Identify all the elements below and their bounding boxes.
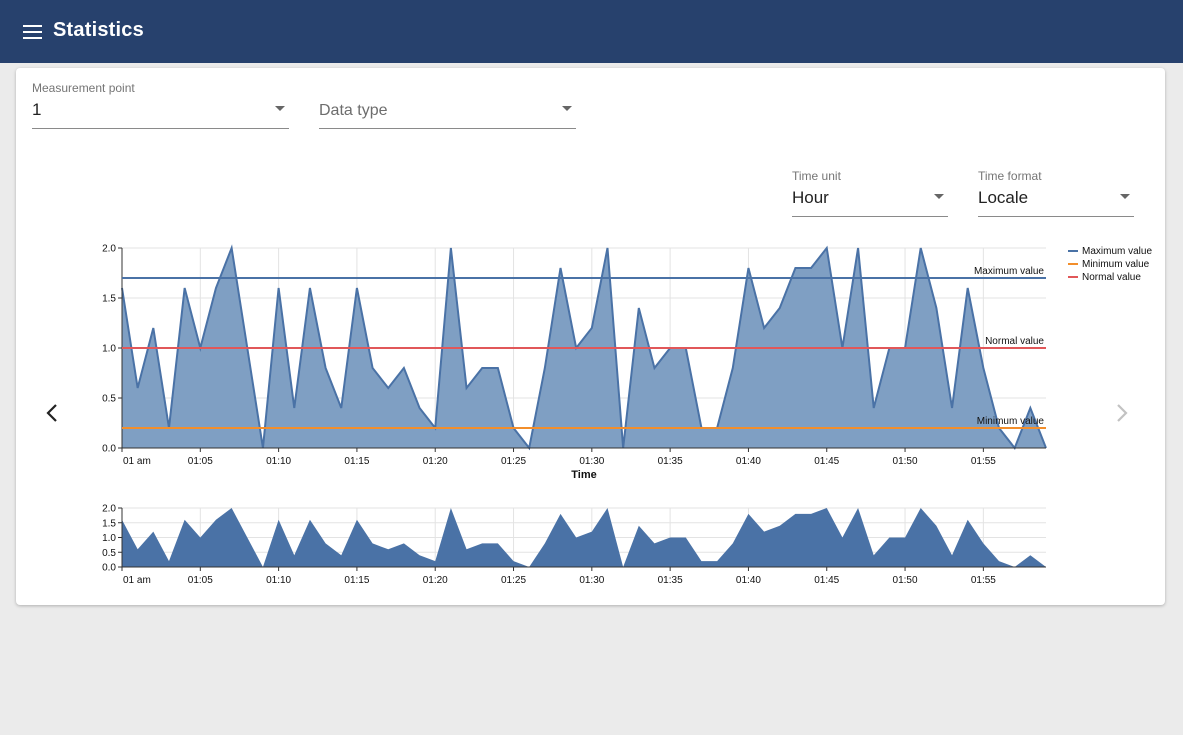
x-tick-label: 01:20 xyxy=(423,456,448,467)
legend-item: Maximum value xyxy=(1082,246,1152,257)
chevron-left-icon[interactable] xyxy=(42,398,62,428)
y-tick-label: 1.0 xyxy=(102,533,116,544)
measurement-point-select[interactable]: Measurement point 1 xyxy=(32,81,289,129)
x-tick-label: 01:45 xyxy=(814,575,839,586)
legend-item: Minimum value xyxy=(1082,259,1150,270)
reference-line-label: Minimum value xyxy=(977,416,1045,427)
app-bar: Statistics xyxy=(0,0,1183,63)
reference-line-label: Maximum value xyxy=(974,266,1044,277)
x-tick-label: 01:30 xyxy=(579,456,604,467)
y-tick-label: 0.5 xyxy=(102,548,116,559)
time-format-value: Locale xyxy=(978,188,1029,207)
y-tick-label: 2.0 xyxy=(102,504,116,515)
x-tick-label: 01:05 xyxy=(188,456,213,467)
reference-line-label: Normal value xyxy=(985,336,1044,347)
context-chart[interactable]: 01 am 01:05 01:10 01:15 01:20 01:25 01:30 01:35… xyxy=(90,500,1060,595)
x-tick-label: 01:10 xyxy=(266,456,291,467)
x-axis-title: Time xyxy=(571,469,596,481)
x-tick-label: 01:25 xyxy=(501,456,526,467)
time-unit-value: Hour xyxy=(792,188,829,207)
chevron-down-icon xyxy=(934,194,944,199)
y-tick-label: 0.0 xyxy=(102,563,116,574)
menu-icon[interactable] xyxy=(23,24,43,40)
chevron-down-icon xyxy=(562,106,572,111)
x-tick-label: 01:35 xyxy=(658,456,683,467)
data-type-select[interactable]: Data type xyxy=(319,88,576,129)
y-tick-label: 1.5 xyxy=(102,294,116,305)
y-tick-label: 2.0 xyxy=(102,244,116,255)
y-tick-label: 0.0 xyxy=(102,444,116,455)
x-tick-label: 01:55 xyxy=(971,456,996,467)
y-tick-label: 1.5 xyxy=(102,518,116,529)
x-tick-label: 01:55 xyxy=(971,575,996,586)
main-chart: 01 am 01:05 01:10 01:15 01:20 01:25 01:30 01:35… xyxy=(102,244,1152,482)
x-tick-label: 01:05 xyxy=(188,575,213,586)
legend-item: Normal value xyxy=(1082,272,1141,283)
x-tick-label: 01:40 xyxy=(736,456,761,467)
x-tick-label: 01:30 xyxy=(579,575,604,586)
x-tick-label: 01 am xyxy=(123,456,151,467)
x-tick-label: 01:40 xyxy=(736,575,761,586)
x-tick-label: 01:20 xyxy=(423,575,448,586)
y-tick-label: 1.0 xyxy=(102,344,116,355)
time-format-select[interactable]: Time format Locale xyxy=(978,169,1134,217)
time-unit-label: Time unit xyxy=(792,169,841,183)
chevron-down-icon xyxy=(1120,194,1130,199)
y-tick-label: 0.5 xyxy=(102,394,116,405)
x-tick-label: 01:50 xyxy=(893,575,918,586)
x-tick-label: 01 am xyxy=(123,575,151,586)
x-tick-label: 01:15 xyxy=(344,456,369,467)
page-title: Statistics xyxy=(53,19,144,41)
x-tick-label: 01:10 xyxy=(266,575,291,586)
measurement-point-label: Measurement point xyxy=(32,81,135,95)
x-tick-label: 01:45 xyxy=(814,456,839,467)
data-type-placeholder: Data type xyxy=(319,102,388,119)
time-format-label: Time format xyxy=(978,169,1042,183)
chevron-down-icon xyxy=(275,106,285,111)
x-tick-label: 01:35 xyxy=(658,575,683,586)
x-tick-label: 01:15 xyxy=(344,575,369,586)
time-unit-select[interactable]: Time unit Hour xyxy=(792,169,948,217)
measurement-point-value: 1 xyxy=(32,100,42,119)
x-tick-label: 01:25 xyxy=(501,575,526,586)
x-tick-label: 01:50 xyxy=(893,456,918,467)
